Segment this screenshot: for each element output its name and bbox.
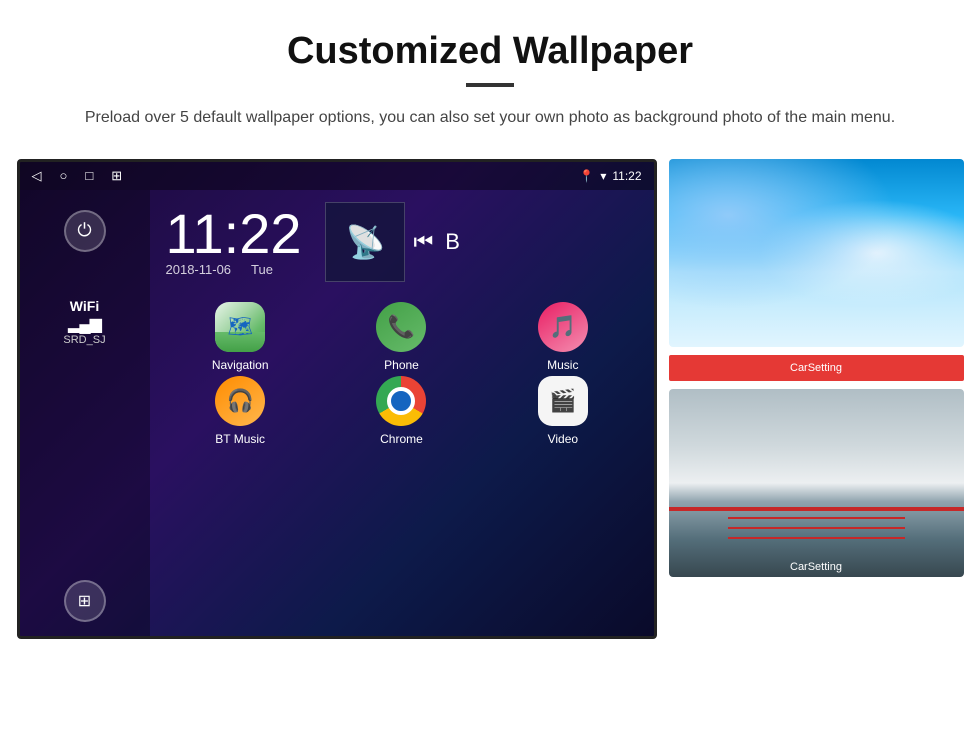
title-divider <box>466 83 514 87</box>
android-screen: ◁ ○ □ ⊞ 📍 ▾ 11:22 ⏻ WiFi ▂▄▆ SR <box>17 159 657 639</box>
content-area: ◁ ○ □ ⊞ 📍 ▾ 11:22 ⏻ WiFi ▂▄▆ SR <box>17 159 964 639</box>
nav-square-btn[interactable]: □ <box>85 168 93 183</box>
video-icon: 🎬 <box>538 376 588 426</box>
wallpaper-thumb-bridge[interactable]: CarSetting <box>669 389 964 577</box>
strip-label: CarSetting <box>790 362 842 374</box>
ice-wallpaper-image <box>669 159 964 347</box>
clock-date-text: 2018-11-06 <box>166 262 232 277</box>
app-chrome[interactable]: Chrome <box>323 376 480 446</box>
clock-day-text: Tue <box>251 262 273 277</box>
video-label: Video <box>548 432 578 446</box>
clock-display: 11:22 <box>166 206 302 262</box>
app-video[interactable]: 🎬 Video <box>484 376 641 446</box>
clock-area: 11:22 2018-11-06 Tue 📡 ⏮ B <box>150 190 654 294</box>
car-setting-label: CarSetting <box>669 561 964 573</box>
wifi-bars-icon: ▂▄▆ <box>68 314 101 334</box>
app-music[interactable]: 🎵 Music <box>484 302 641 372</box>
nav-home-btn[interactable]: ○ <box>60 168 68 183</box>
page-subtitle: Preload over 5 default wallpaper options… <box>85 105 895 131</box>
clock-date: 2018-11-06 Tue <box>166 262 273 277</box>
nav-pin-icon: 🗺 <box>227 314 252 339</box>
bridge-wallpaper-image: CarSetting <box>669 389 964 577</box>
nav-buttons: ◁ ○ □ ⊞ <box>32 168 123 184</box>
android-main: 11:22 2018-11-06 Tue 📡 ⏮ B <box>150 190 654 639</box>
apps-grid-button[interactable]: ⊞ <box>64 580 106 622</box>
app-phone[interactable]: 📞 Phone <box>323 302 480 372</box>
wifi-status-icon: ▾ <box>600 169 606 183</box>
app-navigation[interactable]: 🗺 Navigation <box>162 302 319 372</box>
wifi-block: WiFi ▂▄▆ SRD_SJ <box>63 298 105 346</box>
bt-music-label: BT Music <box>215 432 265 446</box>
app-grid: 🗺 Navigation 📞 Phone 🎵 Music <box>150 294 654 454</box>
nav-photo-btn[interactable]: ⊞ <box>111 168 122 184</box>
wifi-label: WiFi <box>70 298 99 314</box>
nav-back-btn[interactable]: ◁ <box>32 168 42 184</box>
location-icon: 📍 <box>579 169 594 183</box>
page-title: Customized Wallpaper <box>287 30 693 73</box>
media-icons-area: 📡 ⏮ B <box>325 202 460 282</box>
prev-track-icon[interactable]: ⏮ <box>413 229 433 255</box>
track-label: B <box>445 229 460 255</box>
status-icons: 📍 ▾ 11:22 <box>579 169 641 183</box>
wallpaper-strip: CarSetting <box>669 355 964 381</box>
music-icon: 🎵 <box>538 302 588 352</box>
android-body: ⏻ WiFi ▂▄▆ SRD_SJ ⊞ 11:22 <box>20 190 654 639</box>
status-bar: ◁ ○ □ ⊞ 📍 ▾ 11:22 <box>20 162 654 190</box>
power-button[interactable]: ⏻ <box>64 210 106 252</box>
antenna-icon: 📡 <box>346 223 386 261</box>
navigation-label: Navigation <box>212 358 269 372</box>
clock-block: 11:22 2018-11-06 Tue <box>166 206 302 277</box>
media-controls: ⏮ B <box>413 202 460 282</box>
phone-icon: 📞 <box>376 302 426 352</box>
chrome-label: Chrome <box>380 432 423 446</box>
power-icon: ⏻ <box>77 220 91 241</box>
wallpaper-thumb-ice[interactable] <box>669 159 964 347</box>
wifi-network-name: SRD_SJ <box>63 334 105 346</box>
bt-music-icon: 🎧 <box>215 376 265 426</box>
apps-grid-icon: ⊞ <box>78 591 91 611</box>
chrome-icon <box>376 376 426 426</box>
wallpaper-thumbs: CarSetting CarSetting <box>669 159 964 577</box>
app-bt-music[interactable]: 🎧 BT Music <box>162 376 319 446</box>
media-box: 📡 <box>325 202 405 282</box>
status-time: 11:22 <box>612 169 641 183</box>
phone-label: Phone <box>384 358 419 372</box>
left-sidebar: ⏻ WiFi ▂▄▆ SRD_SJ ⊞ <box>20 190 150 639</box>
navigation-icon: 🗺 <box>215 302 265 352</box>
music-label: Music <box>547 358 578 372</box>
